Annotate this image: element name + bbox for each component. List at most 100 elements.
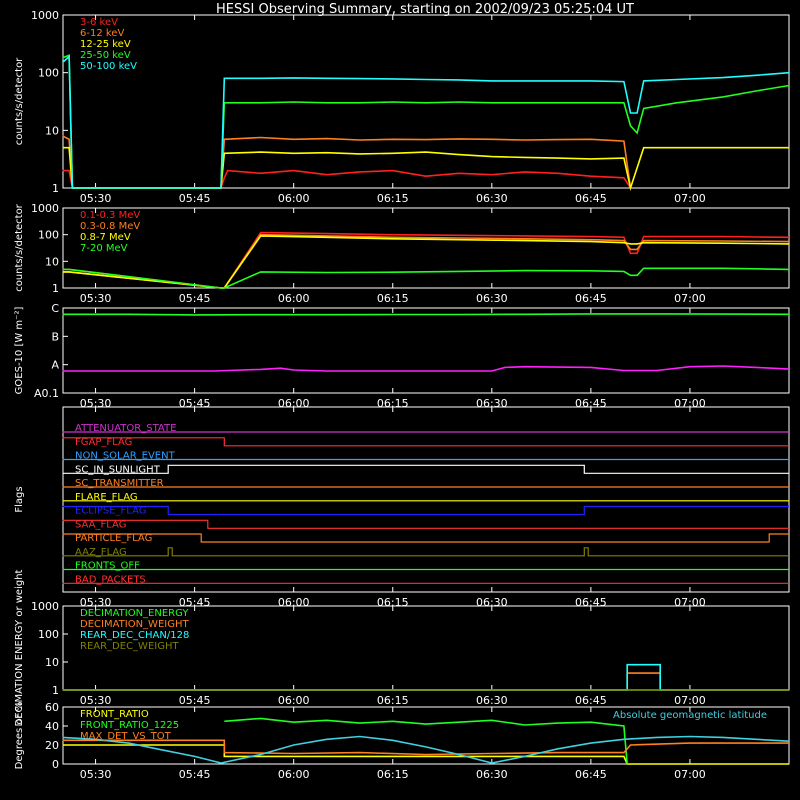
y-tick-label: 10 (45, 124, 59, 137)
series-line-50-100-kev (61, 54, 790, 189)
y-tick-label: 10 (45, 255, 59, 268)
x-tick-label: 05:30 (80, 192, 112, 205)
flag-label: FRONTS_OFF (75, 561, 140, 572)
plot-frame (62, 207, 790, 289)
series-line-7-20-mev (62, 267, 790, 289)
y-tick-label: 100 (38, 67, 59, 80)
series-line-12-25-kev (62, 146, 789, 192)
y-axis-label: Flags (14, 486, 25, 512)
x-tick-label: 06:00 (278, 768, 310, 781)
series-line-0-8-7-mev (62, 235, 790, 289)
observing-summary-figure: HESSI Observing Summary, starting on 200… (14, 2, 790, 781)
y-tick-label: 1 (52, 282, 59, 295)
x-tick-label: 06:30 (476, 694, 508, 707)
flag-line-sc-in-sunlight (62, 464, 789, 474)
flag-line-fgap-flag (62, 437, 789, 447)
panel5: 1101001000DECIMATION ENERGY or weight 05:… (14, 569, 790, 726)
plot-frame (62, 14, 790, 189)
y-tick-label: 20 (45, 739, 59, 752)
legend-entry: 7-20 MeV (80, 243, 128, 254)
x-tick-label: 05:45 (179, 768, 211, 781)
y-tick-label: B (51, 330, 59, 343)
y-tick-label: 1 (52, 182, 59, 195)
y-tick-label: 100 (38, 628, 59, 641)
flag-label: FLARE_FLAG (75, 492, 138, 503)
panel4: Flags05:30 05:45 06:00 06:15 06:30 06:45 07:00… (14, 406, 790, 609)
flag-line-aaz-flag (62, 547, 789, 557)
legend-entry: REAR_DEC_CHAN/128 (80, 630, 189, 641)
panel2: 1 10 100 1000 counts/s/detector 05:30 05:45 06:… (14, 202, 790, 305)
flag-label: ECLIPSE_FLAG (75, 506, 146, 517)
panel6: 0 20 40 60 Degrees or % 05:30 05:45 06:00 06:15 0… (14, 701, 790, 781)
x-tick-label: 06:00 (278, 292, 310, 305)
flag-label: ATTENUATOR_STATE (75, 423, 176, 434)
flag-label: PARTICLE_FLAG (75, 533, 152, 544)
y-tick-label: C (51, 302, 59, 315)
legend-entry: DECIMATION_WEIGHT (80, 619, 189, 630)
series-line-6-12-kev (62, 135, 632, 189)
y-tick-label: 1 (52, 684, 59, 697)
flag-line-saa-flag (62, 519, 789, 529)
legend-entry: 25-50 keV (80, 50, 131, 61)
x-tick-label: 05:30 (80, 292, 112, 305)
x-tick-label: 06:15 (377, 768, 409, 781)
legend-entry: 0.8-7 MeV (80, 232, 131, 243)
y-axis-label: counts/s/detector (14, 57, 25, 145)
x-tick-label: 06:00 (278, 192, 310, 205)
x-tick-label: 07:00 (674, 694, 706, 707)
y-tick-label: 60 (45, 701, 59, 714)
legend-entry: 50-100 keV (80, 61, 137, 72)
flag-line-particle-flag (62, 533, 789, 543)
x-tick-label: 06:45 (575, 192, 607, 205)
y-tick-label: 100 (38, 229, 59, 242)
legend-entry: FRONT_RATIO (80, 709, 149, 720)
y-axis-label: GOES-10 [W m⁻²] (14, 307, 25, 395)
y-tick-label: 1000 (31, 9, 59, 22)
series-line-goes-long (62, 313, 790, 316)
legend-entry: 0.3-0.8 MeV (80, 221, 140, 232)
x-tick-label: 05:30 (80, 694, 112, 707)
annotation-text: Absolute geomagnetic latitude (613, 710, 767, 721)
flag-label: FGAP_FLAG (75, 437, 132, 448)
y-tick-label: 1000 (31, 600, 59, 613)
flag-label: AAZ_FLAG (75, 547, 127, 558)
x-tick-label: 06:30 (476, 768, 508, 781)
x-tick-label: 05:30 (80, 768, 112, 781)
y-tick-label: A (51, 359, 59, 372)
panels-layer: 1101001000counts/s/detector05:30 05:45 06:… (14, 9, 790, 781)
flag-label: SAA_FLAG (75, 519, 126, 530)
y-tick-label: 40 (45, 720, 59, 733)
x-tick-label: 06:15 (377, 694, 409, 707)
legend-entry: REAR_DEC_WEIGHT (80, 641, 179, 652)
x-tick-label: 07:00 (674, 292, 706, 305)
series-line-3-6-kev (62, 169, 632, 189)
x-tick-label: 06:45 (575, 292, 607, 305)
x-tick-label: 06:30 (476, 192, 508, 205)
plot-frame (62, 307, 790, 394)
x-tick-label: 07:00 (674, 192, 706, 205)
flag-label: SC_TRANSMITTER (75, 478, 164, 489)
panel3: A0.1ABCGOES-10 [W m⁻²]05:30 05:45 06:00 06:… (14, 302, 790, 410)
legend-entry: 0.1-0.3 MeV (80, 210, 140, 221)
plot-frame (62, 406, 790, 593)
flag-label: NON_SOLAR_EVENT (75, 451, 176, 462)
x-tick-label: 05:45 (179, 292, 211, 305)
y-tick-label: 0 (52, 758, 59, 771)
x-tick-label: 06:30 (476, 292, 508, 305)
y-tick-label: 10 (45, 656, 59, 669)
y-tick-label: 1000 (31, 202, 59, 215)
x-tick-label: 06:15 (377, 292, 409, 305)
flag-label: BAD_PACKETS (75, 574, 146, 585)
legend-entry: 12-25 keV (80, 39, 131, 50)
legend-entry: FRONT_RATIO_1225 (80, 720, 179, 731)
x-tick-label: 05:45 (179, 694, 211, 707)
legend-entry: MAX_DET_VS_TOT (80, 731, 172, 742)
legend-entry: 3-6 keV (80, 17, 118, 28)
flag-label: SC_IN_SUNLIGHT (75, 464, 161, 475)
panel1: 1 10 100 1000 counts/s/detector 05:30 05:45 06:… (14, 9, 790, 205)
y-tick-label: A0.1 (34, 387, 59, 400)
x-tick-label: 06:45 (575, 768, 607, 781)
y-axis-label: Degrees or % (14, 702, 25, 770)
x-tick-label: 06:45 (575, 694, 607, 707)
series-line-rear-dec-chan-128 (62, 663, 789, 691)
